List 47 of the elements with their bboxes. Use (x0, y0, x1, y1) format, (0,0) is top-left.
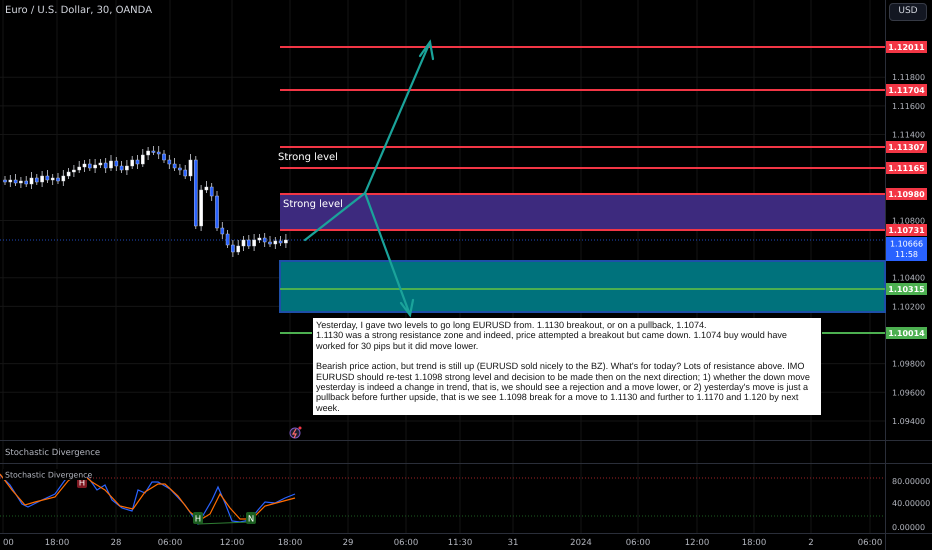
price-label: 1.10731 (886, 224, 927, 236)
time-tick: 18:00 (742, 538, 766, 548)
level-label: Strong level (278, 152, 338, 163)
time-tick: 06:00 (394, 538, 418, 548)
price-label: 1.11307 (886, 141, 927, 153)
price-tick: 1.11800 (892, 73, 926, 82)
price-tick: 1.11400 (892, 130, 926, 140)
time-tick: 2024 (570, 538, 592, 548)
time-tick: 06:00 (158, 538, 182, 548)
price-tick: 1.10800 (892, 216, 926, 226)
price-label: 1.11704 (886, 84, 927, 96)
price-tick: 1.10400 (892, 274, 926, 283)
current-price-label: 1.10666 11:58 (886, 237, 927, 261)
price-label: 1.12011 (886, 41, 927, 53)
price-tick: 1.09800 (892, 360, 926, 369)
chart-title: Euro / U.S. Dollar, 30, OANDA (5, 4, 152, 18)
price-label: 1.10014 (886, 327, 927, 339)
currency-button[interactable]: USD (889, 3, 927, 21)
price-tick: 1.11600 (892, 102, 926, 111)
note-text: Yesterday, I gave two levels to go long EURUSD from. 1.1130 breakout, or on a pullback, 1.1074. (316, 320, 708, 330)
time-tick: 28 (110, 538, 122, 548)
time-tick: 11:30 (448, 538, 472, 548)
time-tick: 18:00 (44, 538, 70, 548)
price-label: 1.10315 (886, 283, 927, 295)
divergence-marker: H (193, 512, 203, 524)
time-tick: 2 (808, 538, 814, 548)
price-label: 1.11165 (886, 162, 927, 174)
price-tick: 1.10200 (892, 302, 926, 312)
indicator-tick: 0.00000 (892, 523, 926, 532)
price-tick: 1.09600 (892, 388, 926, 398)
time-tick: 06:00 (858, 538, 882, 548)
divergence-marker: N (246, 512, 256, 524)
note-text: Bearish price action, but trend is still up (EURUSD sold nicely to the BZ). What's for today? Lots of resistance above. IMO EURUSD should re-test 1.1098 strong level and decision to be made then on the next direction; 1) whether the down move yesterday is indeed a change in trend, that is, we should see a rejection and a move lower, or 2) yesterday's move is just a pullback before further upside, that is we see 1.1098 break for a move to 1.1130 and further to 1.1170 and 1.120 by next week. (316, 361, 811, 414)
time-tick: 31 (508, 538, 518, 548)
time-tick: 12:00 (220, 538, 244, 548)
time-tick: 06:00 (626, 538, 650, 548)
pane-title[interactable]: Stochastic Divergence (5, 448, 100, 458)
time-tick: 18:00 (278, 538, 302, 548)
price-tick: 1.09400 (892, 416, 926, 426)
indicator-tick: 80.00000 (892, 477, 930, 486)
time-tick: 29 (342, 538, 354, 548)
price-label: 1.10980 (886, 188, 927, 200)
time-tick: 00 (3, 538, 14, 548)
time-tick: 12:00 (684, 538, 710, 548)
note-text: 1.1130 was a strong resistance zone and indeed, price attempted a breakout but came down. 1.1074 buy would have worked for 30 pips but it did move lower. (316, 330, 788, 352)
level-label: Strong level (283, 199, 343, 210)
indicator-tick: 40.00000 (892, 499, 930, 508)
